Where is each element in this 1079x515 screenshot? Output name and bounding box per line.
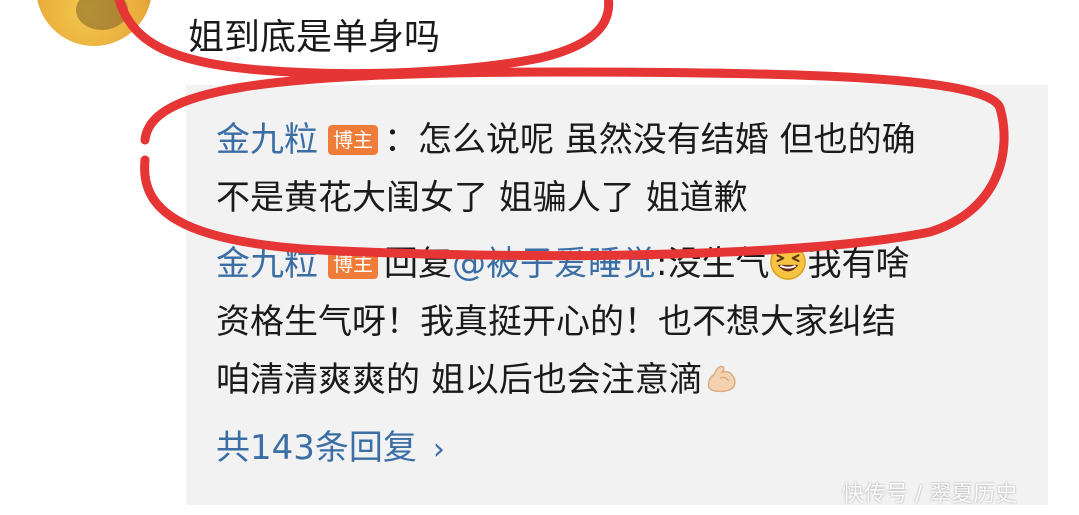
flexed-biceps-icon — [707, 365, 736, 393]
comment-text: 姐到底是单身吗 — [188, 17, 441, 58]
screenshot-page: 姐到底是单身吗 金九粒 博主 ：怎么说呢 虽然没有结婚 但也的确 不是黄花大闺女了 … — [0, 0, 1079, 515]
author-badge: 博主 — [328, 125, 378, 155]
reply-item: 金九粒 博主 回复@被子爱睡觉:没生气 我有啥 资格生气呀！我真挺开心的！也不想大家纠… — [216, 235, 1016, 409]
reply-text: 怎么说呢 虽然没有结婚 但也的确 — [418, 120, 916, 160]
reply-item: 金九粒 博主 ：怎么说呢 虽然没有结婚 但也的确 不是黄花大闺女了 姐骗人了 姐道歉 — [216, 111, 1016, 227]
author-name[interactable]: 金九粒 — [216, 120, 318, 160]
chevron-right-icon: › — [432, 432, 445, 467]
author-name[interactable]: 金九粒 — [216, 244, 318, 284]
reply-text: 资格生气呀！我真挺开心的！也不想大家纠结 — [216, 302, 896, 342]
reply-text: :没生气 — [656, 244, 770, 284]
reply-prefix: 回复 — [384, 244, 452, 284]
reply-text: 我有啥 — [807, 244, 910, 284]
laughing-emoji-icon — [770, 244, 807, 280]
avatar[interactable] — [36, 0, 152, 46]
author-badge: 博主 — [328, 249, 378, 279]
more-replies-label: 共143条回复 — [216, 428, 417, 468]
watermark: 快传号 / 翠夏历史 — [842, 482, 1018, 507]
reply-thread: 金九粒 博主 ：怎么说呢 虽然没有结婚 但也的确 不是黄花大闺女了 姐骗人了 姐道歉… — [186, 85, 1048, 505]
view-more-replies-link[interactable]: 共143条回复 › — [216, 423, 445, 475]
user-mention-link[interactable]: @被子爱睡觉 — [452, 244, 656, 284]
reply-text: 不是黄花大闺女了 姐骗人了 姐道歉 — [216, 178, 748, 218]
reply-separator: ： — [384, 120, 418, 160]
reply-text: 咱清清爽爽的 姐以后也会注意滴 — [216, 360, 703, 400]
